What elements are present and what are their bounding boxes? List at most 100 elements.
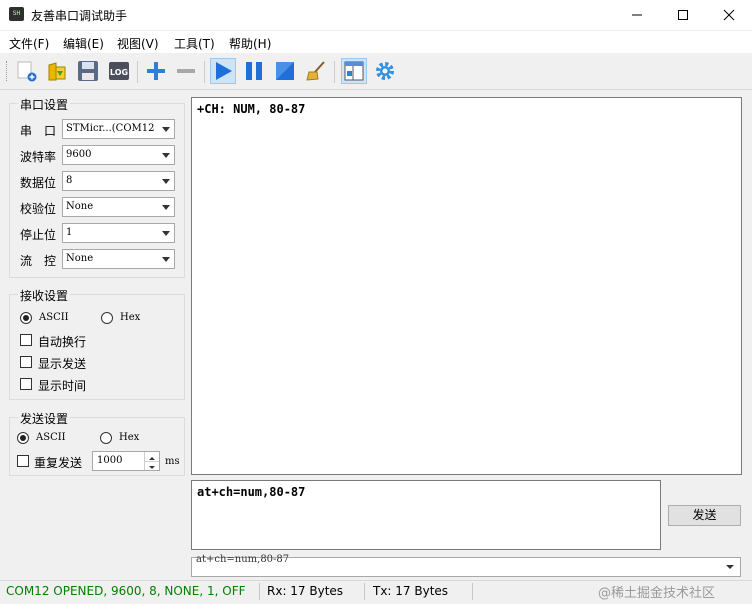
show-send-label: 显示发送 <box>38 357 87 371</box>
send-input[interactable]: at+ch=num,80-87 <box>191 480 661 550</box>
stopbits-label: 停止位 <box>20 228 57 242</box>
chevron-down-icon <box>162 205 170 210</box>
play-icon <box>216 62 232 80</box>
send-ascii-radio[interactable] <box>17 432 29 444</box>
close-button[interactable] <box>706 0 752 30</box>
spin-down-button[interactable] <box>144 461 159 470</box>
receive-settings-group <box>9 294 185 400</box>
port-status: COM12 OPENED, 9600, 8, NONE, 1, OFF <box>6 584 246 598</box>
baud-value: 9600 <box>66 149 92 160</box>
receive-ascii-label: ASCII <box>39 312 69 323</box>
repeat-send-checkbox[interactable] <box>17 455 29 467</box>
window-title: 友善串口调试助手 <box>31 9 128 23</box>
interval-unit: ms <box>165 456 180 467</box>
show-time-label: 显示时间 <box>38 379 87 393</box>
clear-icon <box>306 61 325 81</box>
open-icon <box>48 62 66 81</box>
send-history-value: at+ch=num,80-87 <box>196 554 290 565</box>
parity-label: 校验位 <box>20 202 57 216</box>
serial-settings-title: 串口设置 <box>18 96 71 113</box>
chevron-down-icon <box>162 153 170 158</box>
receive-hex-radio[interactable] <box>101 312 113 324</box>
close-icon <box>723 9 735 21</box>
log-button[interactable]: LOG <box>106 58 132 84</box>
receive-settings-title: 接收设置 <box>18 287 71 304</box>
baud-label: 波特率 <box>20 150 57 164</box>
new-button[interactable] <box>14 58 40 84</box>
stop-button[interactable] <box>272 58 298 84</box>
auto-wrap-checkbox[interactable] <box>20 334 32 346</box>
stop-icon <box>276 62 294 80</box>
add-button[interactable] <box>143 58 169 84</box>
open-button[interactable] <box>44 58 70 84</box>
receive-text: +CH: NUM, 80-87 <box>197 102 306 116</box>
tx-count: Tx: 17 Bytes <box>373 584 449 598</box>
pause-button[interactable] <box>241 58 267 84</box>
flow-select[interactable]: None <box>62 249 175 269</box>
databits-select[interactable]: 8 <box>62 171 175 191</box>
chevron-down-icon <box>726 565 734 569</box>
radio-selected-dot <box>20 435 26 441</box>
menu-file[interactable]: 文件(F) <box>9 35 49 52</box>
remove-icon <box>177 69 195 73</box>
parity-select[interactable]: None <box>62 197 175 217</box>
save-icon <box>78 61 98 81</box>
menu-edit[interactable]: 编辑(E) <box>63 35 104 52</box>
databits-value: 8 <box>66 175 73 186</box>
flow-label: 流 控 <box>20 254 57 268</box>
send-hex-label: Hex <box>119 432 140 443</box>
maximize-button[interactable] <box>660 0 706 30</box>
save-button[interactable] <box>75 58 101 84</box>
send-settings-title: 发送设置 <box>18 410 71 427</box>
show-send-checkbox[interactable] <box>20 356 32 368</box>
flow-value: None <box>66 253 94 264</box>
toolbar-separator <box>204 61 205 83</box>
layout-icon <box>344 61 364 81</box>
chevron-down-icon <box>162 231 170 236</box>
app-icon: SH <box>9 7 24 21</box>
stopbits-select[interactable]: 1 <box>62 223 175 243</box>
watermark: @稀土掘金技术社区 <box>598 586 716 601</box>
play-button[interactable] <box>210 58 236 84</box>
toolbar-separator <box>137 61 138 83</box>
send-button[interactable]: 发送 <box>668 505 741 526</box>
remove-button[interactable] <box>173 58 199 84</box>
interval-spinbox[interactable]: 1000 <box>92 451 160 471</box>
radio-selected-dot <box>23 315 29 321</box>
settings-button[interactable] <box>372 58 398 84</box>
chevron-down-icon <box>162 257 170 262</box>
interval-value: 1000 <box>97 455 123 466</box>
menu-tools[interactable]: 工具(T) <box>174 35 215 52</box>
pause-icon <box>246 62 262 80</box>
port-label: 串 口 <box>20 124 57 138</box>
status-separator <box>364 583 365 600</box>
settings-icon <box>376 62 394 80</box>
send-history-select[interactable]: at+ch=num,80-87 <box>191 554 741 577</box>
toolbar-grip <box>6 61 10 81</box>
show-time-checkbox[interactable] <box>20 378 32 390</box>
send-text: at+ch=num,80-87 <box>197 485 306 499</box>
log-icon: LOG <box>109 62 129 80</box>
receive-ascii-radio[interactable] <box>20 312 32 324</box>
send-hex-radio[interactable] <box>100 432 112 444</box>
add-icon <box>147 62 165 80</box>
menu-view[interactable]: 视图(V) <box>117 35 159 52</box>
minimize-button[interactable] <box>614 0 660 30</box>
toolbar-separator <box>334 61 335 83</box>
status-separator <box>259 583 260 600</box>
svg-text:LOG: LOG <box>110 68 128 77</box>
chevron-down-icon <box>162 127 170 132</box>
minimize-icon <box>632 14 642 16</box>
menu-help[interactable]: 帮助(H) <box>229 35 271 52</box>
stopbits-value: 1 <box>66 227 73 238</box>
status-separator <box>472 583 473 600</box>
layout-button[interactable] <box>341 58 367 84</box>
port-select[interactable]: STMicr...(COM12 <box>62 119 175 139</box>
repeat-send-label: 重复发送 <box>34 456 83 470</box>
clear-button[interactable] <box>303 58 329 84</box>
receive-hex-label: Hex <box>120 312 141 323</box>
new-icon <box>17 61 37 82</box>
parity-value: None <box>66 201 94 212</box>
baud-select[interactable]: 9600 <box>62 145 175 165</box>
receive-area[interactable]: +CH: NUM, 80-87 <box>191 97 742 475</box>
